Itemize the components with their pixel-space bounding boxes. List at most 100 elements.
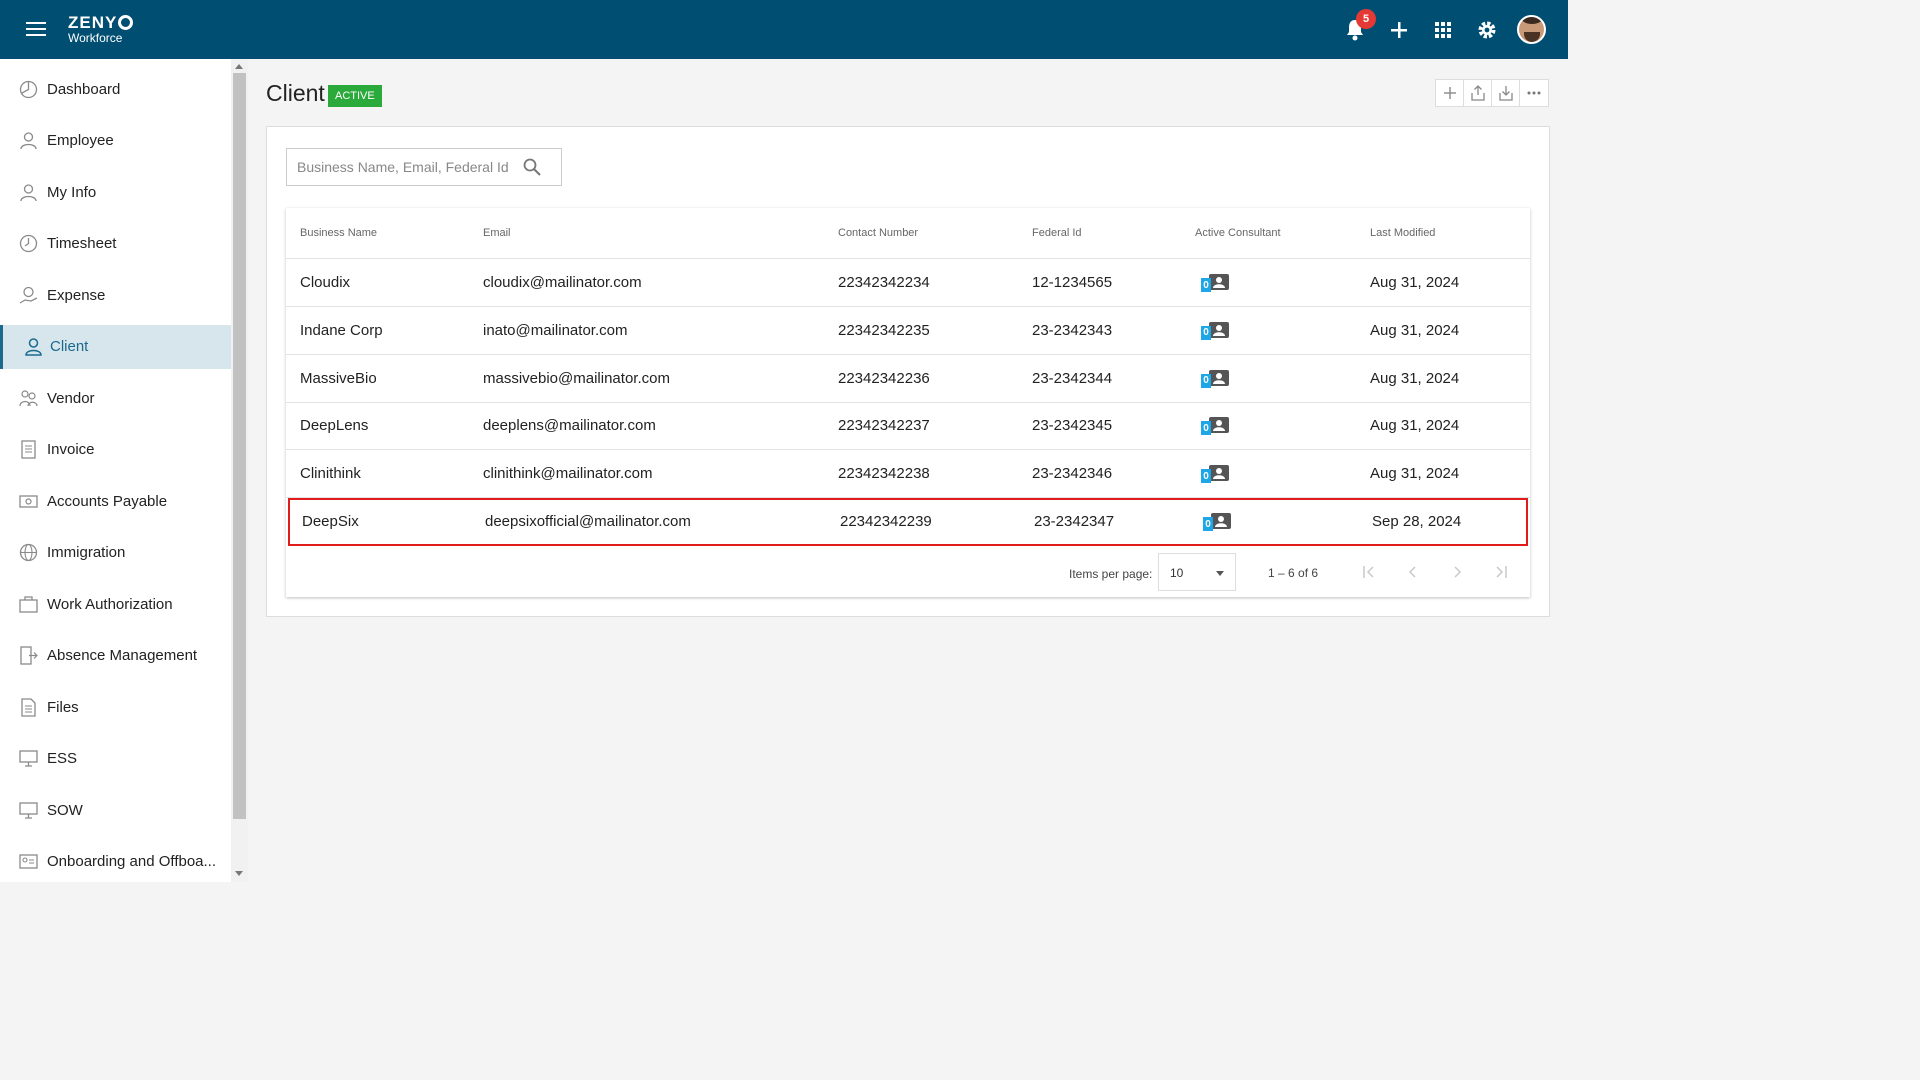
active-consultant-button[interactable]: 0	[1201, 465, 1231, 484]
sidebar-item-work-authorization[interactable]: Work Authorization	[0, 582, 231, 626]
column-header-business-name[interactable]: Business Name	[300, 227, 377, 239]
table-row[interactable]: DeepSix deepsixofficial@mailinator.com 223…	[288, 498, 1528, 546]
sidebar-item-invoice[interactable]: Invoice	[0, 428, 231, 472]
plus-icon[interactable]	[1387, 18, 1411, 42]
status-badge: ACTIVE	[328, 85, 382, 107]
sidebar-item-vendor[interactable]: Vendor	[0, 376, 231, 420]
employee-icon	[19, 131, 38, 150]
sidebar-item-onboarding-and-offboa[interactable]: Onboarding and Offboa...	[0, 840, 231, 883]
consultant-count-badge: 0	[1201, 373, 1211, 388]
sidebar-item-immigration[interactable]: Immigration	[0, 531, 231, 575]
client-table: Business Name Email Contact Number Feder…	[286, 208, 1530, 597]
cell-business-name: DeepLens	[300, 417, 369, 435]
cell-email[interactable]: deeplens@mailinator.com	[483, 417, 656, 434]
sidebar-item-expense[interactable]: Expense	[0, 273, 231, 317]
contact-card-icon	[1209, 274, 1229, 290]
contact-card-icon	[1209, 369, 1229, 386]
search-input[interactable]	[297, 159, 517, 175]
more-options-button[interactable]	[1520, 80, 1548, 106]
sidebar-item-label: My Info	[47, 183, 97, 201]
cell-last-modified: Sep 28, 2024	[1372, 513, 1462, 530]
sow-icon	[19, 801, 38, 820]
notification-count-badge: 5	[1356, 9, 1376, 29]
column-header-contact-number[interactable]: Contact Number	[838, 227, 918, 239]
table-row[interactable]: DeepLens deeplens@mailinator.com 223423422…	[286, 402, 1530, 451]
page-title: Client	[266, 80, 325, 106]
sidebar-item-accounts-payable[interactable]: Accounts Payable	[0, 479, 231, 523]
table-row[interactable]: MassiveBio massivebio@mailinator.com 22342…	[286, 355, 1530, 403]
sidebar-item-client[interactable]: Client	[0, 324, 231, 369]
active-consultant-button[interactable]: 0	[1201, 321, 1231, 340]
sidebar-item-ess[interactable]: ESS	[0, 737, 231, 781]
column-header-federal-id[interactable]: Federal Id	[1032, 227, 1082, 239]
sidebar-nav: Dashboard Employee My Info Timesheet Expense…	[0, 59, 231, 882]
table-row[interactable]: Cloudix cloudix@mailinator.com 22342342234…	[286, 259, 1530, 307]
import-button[interactable]	[1492, 80, 1520, 106]
id-card-icon	[19, 852, 38, 871]
cell-contact-number: 22342342235	[838, 321, 930, 339]
first-page-button[interactable]	[1359, 562, 1379, 582]
sidebar-item-label: Immigration	[47, 544, 126, 561]
cell-business-name: MassiveBio	[300, 369, 377, 387]
scrollbar-thumb[interactable]	[233, 73, 246, 819]
menu-icon[interactable]	[26, 22, 46, 38]
sidebar-item-dashboard[interactable]: Dashboard	[0, 67, 231, 111]
sidebar-scrollbar[interactable]	[231, 59, 248, 882]
cell-email[interactable]: massivebio@mailinator.com	[483, 370, 670, 387]
sidebar-item-files[interactable]: Files	[0, 685, 231, 729]
search-box	[286, 148, 562, 186]
app-logo[interactable]: ZENY Workforce	[68, 14, 134, 44]
add-client-button[interactable]	[1436, 80, 1464, 106]
plus-icon	[1443, 87, 1456, 99]
column-header-email[interactable]: Email	[483, 227, 511, 239]
contact-card-icon	[1211, 513, 1231, 529]
table-header: Business Name Email Contact Number Feder…	[286, 208, 1530, 259]
user-avatar[interactable]	[1517, 15, 1546, 44]
contact-card-icon	[1209, 465, 1229, 482]
previous-page-button[interactable]	[1403, 562, 1423, 582]
next-page-button[interactable]	[1447, 562, 1467, 582]
cell-email[interactable]: clinithink@mailinator.com	[483, 465, 652, 482]
cell-federal-id: 23-2342345	[1032, 417, 1113, 435]
active-consultant-button[interactable]: 0	[1201, 369, 1231, 388]
items-per-page-select[interactable]: 10	[1158, 553, 1236, 591]
sidebar-item-timesheet[interactable]: Timesheet	[0, 222, 231, 266]
table-row[interactable]: Clinithink clinithink@mailinator.com 22342…	[286, 450, 1530, 499]
column-header-last-modified[interactable]: Last Modified	[1370, 227, 1435, 239]
table-row[interactable]: Indane Corp inato@mailinator.com 223423422…	[286, 307, 1530, 355]
sidebar-item-label: Timesheet	[47, 235, 117, 252]
gear-icon[interactable]	[1475, 18, 1499, 42]
sidebar-item-sow[interactable]: SOW	[0, 788, 231, 832]
download-icon	[1498, 86, 1513, 101]
items-per-page-label: Items per page:	[1069, 567, 1153, 581]
ess-icon	[19, 749, 38, 768]
sidebar-item-absence-management[interactable]: Absence Management	[0, 634, 231, 678]
paginator: Items per page: 10 1 – 6 of 6	[286, 548, 1530, 597]
dropdown-arrow-icon	[1216, 571, 1224, 576]
sidebar-item-label: SOW	[47, 801, 83, 819]
active-consultant-button[interactable]: 0	[1203, 513, 1233, 531]
cell-email[interactable]: cloudix@mailinator.com	[483, 274, 642, 291]
last-page-button[interactable]	[1491, 562, 1511, 582]
cell-federal-id: 23-2342344	[1032, 369, 1113, 387]
sidebar-item-label: Dashboard	[47, 80, 121, 98]
cell-email[interactable]: inato@mailinator.com	[483, 322, 627, 339]
cell-email[interactable]: deepsixofficial@mailinator.com	[485, 513, 691, 530]
cell-business-name: Cloudix	[300, 274, 351, 291]
scroll-down-arrow-icon[interactable]	[235, 871, 243, 876]
active-consultant-button[interactable]: 0	[1201, 417, 1231, 436]
export-button[interactable]	[1464, 80, 1492, 106]
apps-grid-icon[interactable]	[1431, 18, 1455, 42]
column-header-active-consultant[interactable]: Active Consultant	[1195, 227, 1281, 239]
search-icon[interactable]	[523, 158, 541, 176]
cell-federal-id: 12-1234565	[1032, 274, 1113, 291]
sidebar-item-employee[interactable]: Employee	[0, 119, 231, 163]
consultant-count-badge: 0	[1201, 325, 1211, 340]
cell-contact-number: 22342342234	[838, 274, 930, 291]
vendor-icon	[19, 389, 38, 408]
cell-business-name: Indane Corp	[300, 321, 383, 339]
active-consultant-button[interactable]: 0	[1201, 274, 1231, 292]
scroll-up-arrow-icon[interactable]	[235, 64, 243, 69]
sidebar-item-my-info[interactable]: My Info	[0, 170, 231, 214]
cell-federal-id: 23-2342346	[1032, 465, 1113, 483]
